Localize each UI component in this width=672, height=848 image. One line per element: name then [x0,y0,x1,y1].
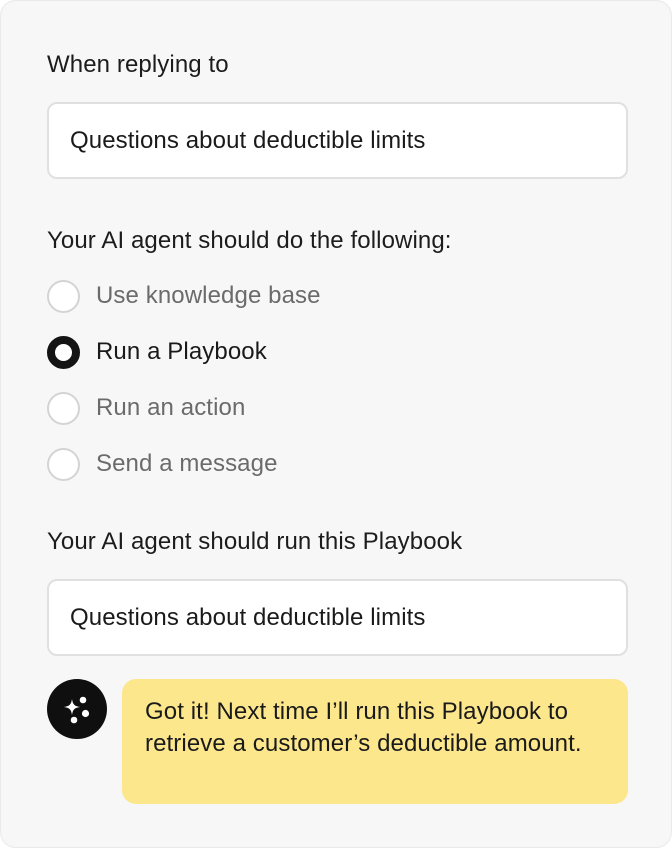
radio-button[interactable] [47,447,80,481]
radio-button-selected[interactable] [47,335,80,369]
playbook-label: Your AI agent should run this Playbook [47,528,463,555]
radio-button[interactable] [47,391,80,425]
option-label: Send a message [96,450,278,477]
reply-trigger-value: Questions about deductible limits [70,126,426,154]
radio-button[interactable] [47,279,80,313]
reply-trigger-label: When replying to [47,51,229,78]
option-send-message[interactable]: Send a message [47,447,278,481]
playbook-value: Questions about deductible limits [70,603,426,631]
option-run-action[interactable]: Run an action [47,391,245,425]
agent-message-bubble: Got it! Next time I’ll run this Playbook… [122,679,628,804]
rule-editor-card: When replying to Questions about deducti… [0,0,672,848]
agent-avatar [47,679,107,739]
option-use-knowledge-base[interactable]: Use knowledge base [47,279,321,313]
agent-action-label: Your AI agent should do the following: [47,227,452,254]
option-label: Run an action [96,394,246,421]
option-label: Run a Playbook [96,338,267,365]
playbook-select-field[interactable]: Questions about deductible limits [47,579,628,656]
sparkles-icon [64,696,90,724]
option-label: Use knowledge base [96,282,321,309]
option-run-playbook[interactable]: Run a Playbook [47,335,267,369]
agent-message-text: Got it! Next time I’ll run this Playbook… [145,698,582,757]
reply-trigger-field[interactable]: Questions about deductible limits [47,102,628,179]
